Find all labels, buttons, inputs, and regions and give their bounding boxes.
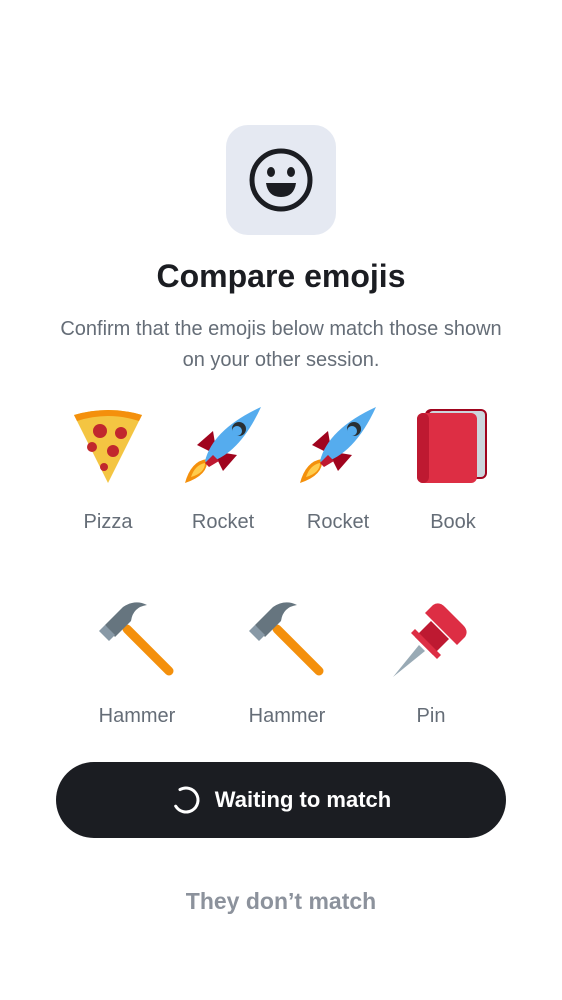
emoji-label: Pizza [83, 511, 133, 533]
spinner-icon [172, 786, 200, 814]
emoji-label: Rocket [191, 511, 255, 533]
emoji-item-rocket: Rocket [168, 405, 278, 534]
page-subtitle: Confirm that the emojis below match thos… [60, 318, 502, 371]
emoji-label: Hammer [248, 705, 326, 727]
waiting-to-match-label: Waiting to match [214, 787, 392, 812]
rocket-icon [298, 405, 378, 485]
page-title: Compare emojis [156, 258, 406, 294]
book-icon [413, 405, 493, 485]
emoji-label: Pin [416, 705, 446, 727]
smiley-face-icon [226, 125, 336, 235]
emoji-item-pizza: Pizza [53, 405, 163, 534]
they-dont-match-button[interactable]: They don’t match [0, 880, 562, 920]
emoji-item-hammer: Hammer [232, 599, 342, 728]
rocket-icon [183, 405, 263, 485]
emoji-item-book: Book [398, 405, 508, 534]
emoji-row-1: Pizza Rocket Rocket Book [0, 405, 562, 555]
pizza-icon [68, 405, 148, 485]
hammer-icon [247, 599, 327, 679]
emoji-item-rocket: Rocket [283, 405, 393, 534]
emoji-label: Book [430, 511, 476, 533]
emoji-label: Hammer [98, 705, 176, 727]
waiting-to-match-button[interactable]: Waiting to match [56, 762, 506, 838]
hammer-icon [97, 599, 177, 679]
emoji-item-hammer: Hammer [82, 599, 192, 728]
emoji-row-2: Hammer Hammer Pin [0, 599, 562, 749]
emoji-label: Rocket [306, 511, 370, 533]
emoji-item-pin: Pin [376, 599, 486, 728]
pushpin-icon [391, 599, 471, 679]
